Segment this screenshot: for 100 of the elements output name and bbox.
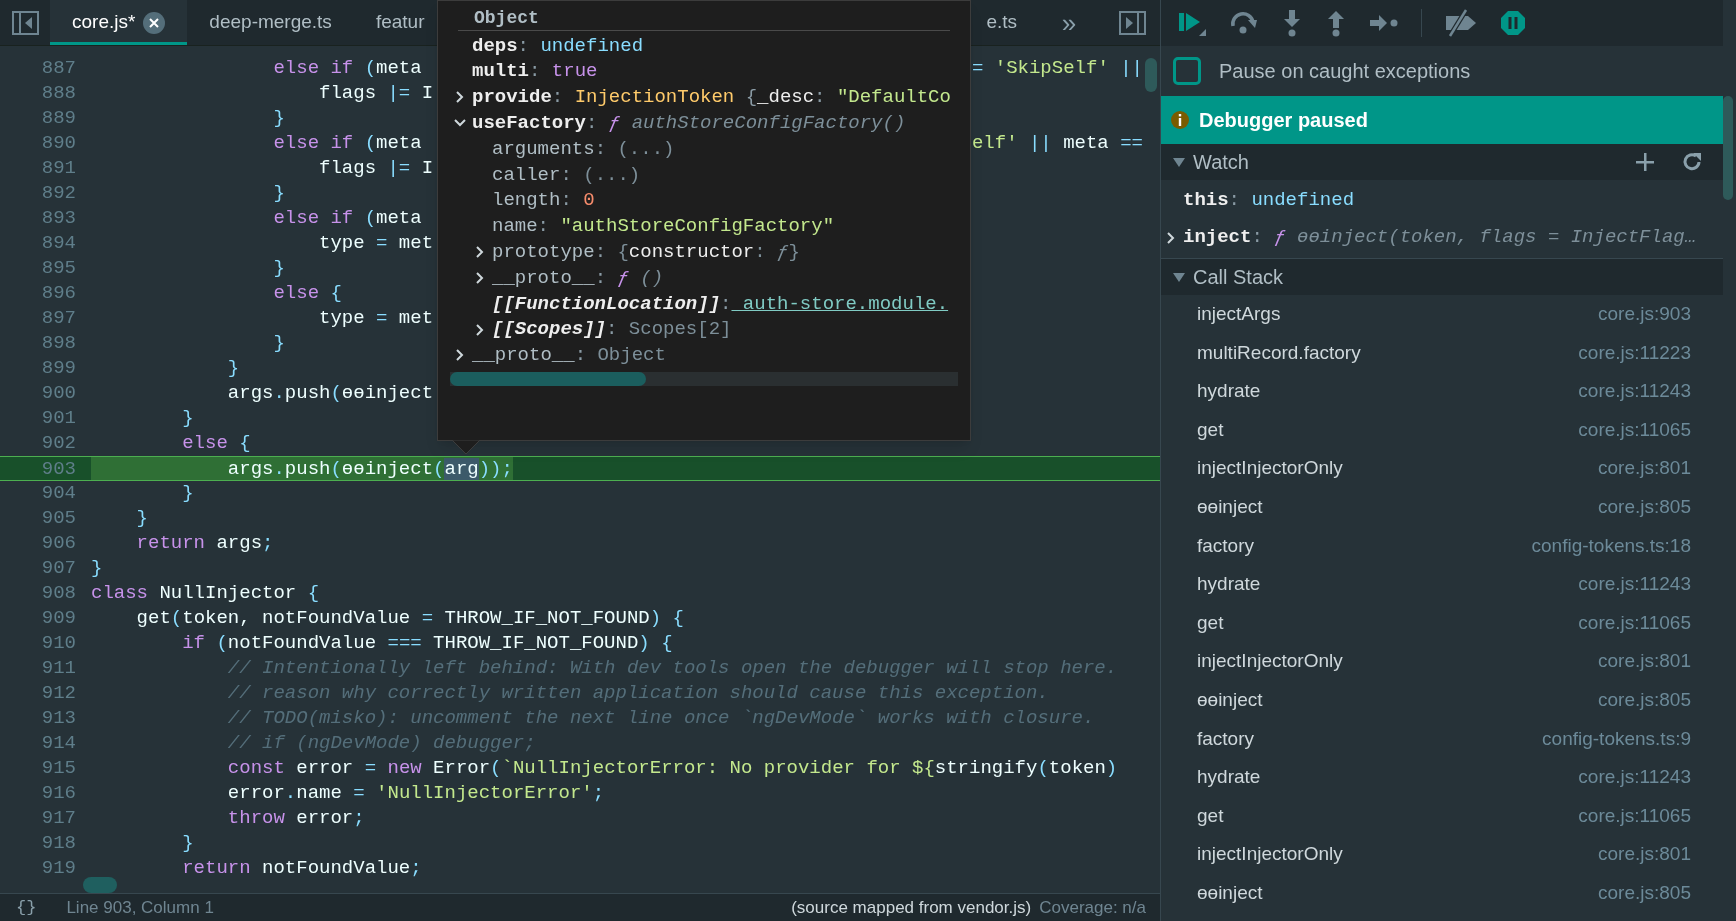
deactivate-breakpoints-icon[interactable] xyxy=(1444,9,1478,37)
sidebar-toggle-icon[interactable] xyxy=(11,10,39,35)
frame-location[interactable]: config-tokens.ts:18 xyxy=(1531,531,1691,561)
frame-location[interactable]: core.js:801 xyxy=(1598,840,1691,869)
property-value: : ƒ authStoreConfigFactory() xyxy=(586,111,906,137)
frame-location[interactable]: core.js:11243 xyxy=(1578,763,1691,792)
frame-location[interactable]: core.js:11065 xyxy=(1578,608,1691,638)
panel-toggle-icon[interactable] xyxy=(1119,10,1146,35)
frame-location[interactable]: core.js:805 xyxy=(1598,878,1691,908)
code-line: } xyxy=(181,406,194,431)
frame-location[interactable]: core.js:11243 xyxy=(1578,377,1691,406)
pretty-print-button[interactable]: {} xyxy=(16,894,37,921)
line-number: 919 xyxy=(40,856,76,881)
property-value: : InjectionToken {_desc: "DefaultCo xyxy=(551,85,951,111)
frame-location[interactable]: core.js:805 xyxy=(1598,686,1691,715)
call-frame[interactable]: hydrate core.js:11243 xyxy=(1161,372,1723,411)
tab[interactable]: deep-merge.ts xyxy=(187,0,354,45)
code-line: flags |= I xyxy=(318,156,434,181)
tab[interactable]: core.js* xyxy=(50,0,188,45)
add-icon[interactable] xyxy=(1635,152,1655,172)
property-value: : undefined xyxy=(1228,188,1355,214)
property-key: [[FunctionLocation]] xyxy=(492,290,721,317)
property-value: : Object xyxy=(574,343,666,369)
code-line: type = met xyxy=(318,306,434,331)
code-line: return args; xyxy=(135,531,274,556)
frame-location[interactable]: config-tokens.ts:9 xyxy=(1542,724,1691,754)
call-frame[interactable]: injectInjectorOnly core.js:801 xyxy=(1161,835,1723,874)
step-icon[interactable] xyxy=(1369,13,1399,33)
scrollbar-thumb[interactable] xyxy=(1145,58,1157,92)
frame-name: injectArgs xyxy=(1197,302,1281,327)
code-line: const error = new Error(`NullInjectorError: No provider for ${stringify(token) xyxy=(226,756,1118,781)
property-value: : (...) xyxy=(594,136,675,162)
watch-header[interactable]: Watch xyxy=(1161,144,1723,180)
code-line: return notFoundValue; xyxy=(181,856,422,881)
call-frame[interactable]: get core.js:11065 xyxy=(1161,410,1723,450)
code-line: } xyxy=(272,256,285,281)
frame-location[interactable]: core.js:903 xyxy=(1598,300,1691,329)
more-tabs-button[interactable]: » xyxy=(1039,9,1099,36)
line-number: 890 xyxy=(40,131,76,156)
frame-location[interactable]: core.js:11065 xyxy=(1578,801,1691,831)
code-line: else { xyxy=(272,281,342,306)
scrollbar-thumb[interactable] xyxy=(1723,96,1733,200)
line-number: 891 xyxy=(40,156,76,181)
code-line: if (notFoundValue === THROW_IF_NOT_FOUND) { xyxy=(181,631,673,656)
property-key: length xyxy=(492,187,561,214)
code-line: = 'SkipSelf' || xyxy=(971,56,1143,81)
coverage-info: Coverage: n/a xyxy=(1039,896,1146,919)
line-number: 907 xyxy=(40,556,76,581)
pause-on-exceptions-icon[interactable] xyxy=(1500,10,1526,36)
property-value: : 0 xyxy=(560,188,595,214)
call-frame[interactable]: injectInjectorOnly core.js:801 xyxy=(1161,449,1723,488)
frame-location[interactable]: core.js:11065 xyxy=(1578,415,1691,445)
call-frame[interactable]: ɵɵinject core.js:805 xyxy=(1161,873,1723,913)
frame-location[interactable]: core.js:801 xyxy=(1598,647,1691,676)
property-value: : "authStoreConfigFactory" xyxy=(537,214,835,240)
frame-name: factory xyxy=(1197,726,1255,751)
frame-name: injectInjectorOnly xyxy=(1197,456,1343,481)
property-key: inject xyxy=(1183,223,1252,252)
frame-location[interactable]: core.js:801 xyxy=(1598,454,1691,483)
property-value: : auth-store.module. xyxy=(720,291,949,317)
frame-name: injectInjectorOnly xyxy=(1197,842,1343,867)
property-value: : true xyxy=(529,59,598,85)
code-line: } xyxy=(272,181,285,206)
scrollbar-thumb[interactable] xyxy=(450,372,646,387)
frame-location[interactable]: core.js:805 xyxy=(1598,493,1691,522)
close-icon[interactable] xyxy=(143,11,166,34)
code-line: throw error; xyxy=(226,806,365,831)
property-key: arguments xyxy=(492,136,595,162)
pause-on-caught-checkbox[interactable] xyxy=(1173,57,1201,85)
line-number: 903 xyxy=(40,457,76,480)
call-frame[interactable]: get core.js:11065 xyxy=(1161,603,1723,643)
call-frame[interactable]: ɵɵinject core.js:805 xyxy=(1161,487,1723,527)
line-number: 896 xyxy=(40,281,76,306)
pause-on-caught-label[interactable]: Pause on caught exceptions xyxy=(1219,56,1471,86)
scrollbar-thumb[interactable] xyxy=(83,877,117,893)
code-line: // reason why correctly written application should cause this exception. xyxy=(226,681,1049,706)
line-number: 914 xyxy=(40,731,76,756)
frame-name: get xyxy=(1197,803,1224,828)
call-stack-header[interactable]: Call Stack xyxy=(1161,258,1723,295)
frame-location[interactable]: core.js:11223 xyxy=(1578,338,1691,368)
call-frame[interactable]: hydrate core.js:11243 xyxy=(1161,758,1723,797)
call-frame[interactable]: multiRecord.factory core.js:11223 xyxy=(1161,333,1723,373)
refresh-icon[interactable] xyxy=(1681,151,1703,173)
line-number: 908 xyxy=(40,581,76,606)
call-frame[interactable]: get core.js:11065 xyxy=(1161,796,1723,836)
call-frame[interactable]: factory config-tokens.ts:18 xyxy=(1161,526,1723,566)
call-frame[interactable]: injectArgs core.js:903 xyxy=(1161,295,1723,334)
frame-location[interactable]: core.js:11243 xyxy=(1578,570,1691,599)
info-icon xyxy=(1171,111,1189,129)
line-number: 894 xyxy=(40,231,76,256)
line-number: 918 xyxy=(40,831,76,856)
call-frame[interactable]: injectInjectorOnly core.js:801 xyxy=(1161,642,1723,681)
code-line: // Intentionally left behind: With dev tools open the debugger will stop here. xyxy=(226,656,1118,681)
property-key: prototype xyxy=(492,239,595,266)
step-over-icon[interactable] xyxy=(1229,10,1259,36)
code-line: else if (meta xyxy=(272,56,422,81)
line-number: 916 xyxy=(40,781,76,806)
call-frame[interactable]: ɵɵinject core.js:805 xyxy=(1161,680,1723,720)
call-frame[interactable]: hydrate core.js:11243 xyxy=(1161,565,1723,604)
call-frame[interactable]: factory config-tokens.ts:9 xyxy=(1161,719,1723,759)
